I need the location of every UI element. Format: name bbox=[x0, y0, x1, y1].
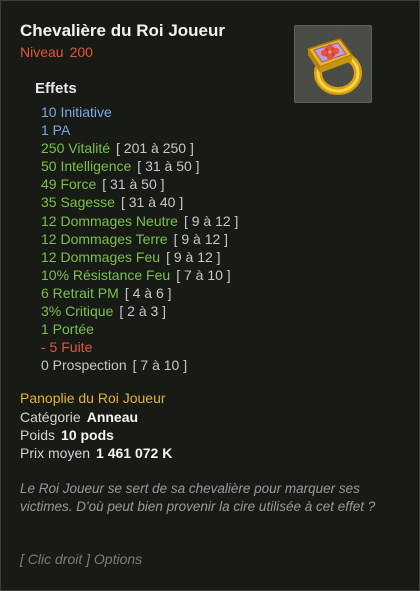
effect-range: [ 7 à 10 ] bbox=[132, 357, 188, 374]
category-row: Catégorie Anneau bbox=[20, 408, 172, 426]
effect-text: 6 Retrait PM bbox=[41, 284, 119, 301]
category-value: Anneau bbox=[86, 409, 139, 425]
effect-text: 10% Résistance Feu bbox=[41, 266, 171, 283]
effect-text: 12 Dommages Terre bbox=[41, 230, 168, 247]
effect-line: 10 Initiative bbox=[41, 103, 238, 121]
effect-text: 3% Critique bbox=[41, 303, 114, 320]
effect-line: 1 Portée bbox=[41, 320, 238, 338]
category-label: Catégorie bbox=[20, 409, 81, 425]
weight-label: Poids bbox=[20, 427, 56, 443]
level-value: 200 bbox=[69, 44, 93, 60]
effect-line: 49 Force [ 31 à 50 ] bbox=[41, 175, 238, 193]
effect-text: 1 Portée bbox=[41, 321, 94, 338]
effect-text: 0 Prospection bbox=[41, 357, 127, 374]
golden-ring-icon bbox=[306, 38, 362, 95]
effect-range: [ 9 à 12 ] bbox=[173, 230, 229, 247]
effect-range: [ 7 à 10 ] bbox=[176, 266, 231, 283]
effect-line: 250 Vitalité [ 201 à 250 ] bbox=[41, 139, 238, 157]
effect-text: 10 Initiative bbox=[41, 104, 112, 120]
panoply-link[interactable]: Panoplie du Roi Joueur bbox=[20, 390, 166, 406]
item-tooltip: Chevalière du Roi Joueur Niveau 200 Effet… bbox=[0, 0, 420, 591]
effect-range: [ 201 à 250 ] bbox=[116, 140, 194, 157]
effect-line: 10% Résistance Feu [ 7 à 10 ] bbox=[41, 266, 238, 284]
item-image bbox=[294, 25, 372, 103]
effect-text: 12 Dommages Neutre bbox=[41, 212, 178, 229]
level-label: Niveau bbox=[20, 44, 64, 60]
effects-title: Effets bbox=[35, 80, 77, 97]
effect-text: 50 Intelligence bbox=[41, 158, 132, 175]
item-properties: Catégorie Anneau Poids 10 pods Prix moyen 1… bbox=[20, 408, 172, 462]
effect-range: [ 31 à 40 ] bbox=[120, 194, 184, 211]
item-name: Chevalière du Roi Joueur bbox=[20, 21, 225, 40]
effect-line: 50 Intelligence [ 31 à 50 ] bbox=[41, 157, 238, 175]
effect-text: 49 Force bbox=[41, 176, 97, 193]
effect-line: 12 Dommages Neutre [ 9 à 12 ] bbox=[41, 212, 238, 230]
effect-line: 12 Dommages Terre [ 9 à 12 ] bbox=[41, 230, 238, 248]
effect-range: [ 2 à 3 ] bbox=[119, 303, 167, 320]
effect-line: 1 PA bbox=[41, 121, 238, 139]
effect-range: [ 31 à 50 ] bbox=[137, 158, 200, 175]
effects-list: 10 Initiative 1 PA 250 Vitalité [ 201 à 250… bbox=[41, 103, 238, 374]
price-label: Prix moyen bbox=[20, 445, 91, 461]
effect-range: [ 9 à 12 ] bbox=[183, 212, 239, 229]
effect-line: 3% Critique [ 2 à 3 ] bbox=[41, 302, 238, 320]
effect-range: [ 4 à 6 ] bbox=[124, 284, 172, 301]
item-level: Niveau 200 bbox=[20, 44, 93, 60]
weight-value: 10 pods bbox=[61, 427, 114, 443]
effect-text: 35 Sagesse bbox=[41, 194, 115, 211]
effect-text: - 5 Fuite bbox=[41, 339, 93, 356]
options-hint: [ Clic droit ] Options bbox=[20, 551, 143, 567]
effect-text: 12 Dommages Feu bbox=[41, 248, 161, 265]
effect-line: - 5 Fuite bbox=[41, 338, 238, 356]
effect-range: [ 9 à 12 ] bbox=[166, 248, 221, 265]
effect-line: 0 Prospection [ 7 à 10 ] bbox=[41, 356, 238, 374]
effect-line: 35 Sagesse [ 31 à 40 ] bbox=[41, 193, 238, 211]
effect-text: 250 Vitalité bbox=[41, 140, 111, 157]
price-row: Prix moyen 1 461 072 K bbox=[20, 444, 172, 462]
weight-row: Poids 10 pods bbox=[20, 426, 172, 444]
effect-text: 1 PA bbox=[41, 122, 71, 139]
price-value: 1 461 072 K bbox=[96, 445, 173, 461]
effect-line: 12 Dommages Feu [ 9 à 12 ] bbox=[41, 248, 238, 266]
effect-range: [ 31 à 50 ] bbox=[102, 176, 165, 193]
effect-line: 6 Retrait PM [ 4 à 6 ] bbox=[41, 284, 238, 302]
item-description: Le Roi Joueur se sert de sa chevalière p… bbox=[20, 481, 376, 514]
